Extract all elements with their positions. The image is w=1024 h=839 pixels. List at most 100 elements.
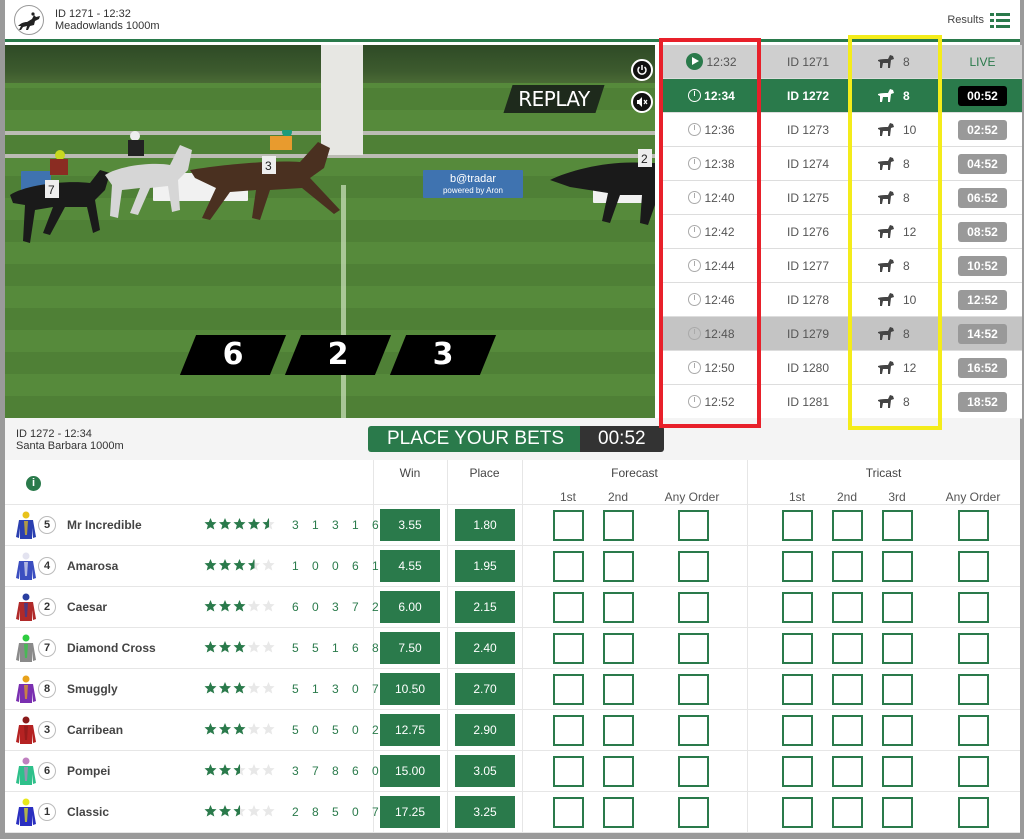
runner-row: 7 Diamond Cross 5 5 1 6 8 7.50 2.40 — [5, 628, 1020, 669]
jockey-silk-icon — [16, 675, 36, 703]
tricast-2nd-checkbox[interactable] — [832, 633, 863, 664]
forecast-2nd-checkbox[interactable] — [603, 674, 634, 705]
results-button[interactable]: Results — [947, 12, 1010, 28]
forecast-any-order-checkbox[interactable] — [678, 756, 709, 787]
info-icon[interactable]: i — [26, 476, 41, 491]
win-odds-button[interactable]: 15.00 — [380, 755, 440, 787]
forecast-any-order-checkbox[interactable] — [678, 592, 709, 623]
runner-number: 6 — [38, 762, 56, 780]
forecast-1st-checkbox[interactable] — [553, 797, 584, 828]
forecast-2nd-checkbox[interactable] — [603, 633, 634, 664]
win-odds-button[interactable]: 12.75 — [380, 714, 440, 746]
tricast-any-order-checkbox[interactable] — [958, 592, 989, 623]
race-schedule-row[interactable]: 12:40 ID 1275 8 06:52 — [660, 181, 1022, 215]
place-odds-button[interactable]: 2.15 — [455, 591, 515, 623]
mute-button[interactable] — [631, 91, 653, 113]
tricast-2nd-checkbox[interactable] — [832, 510, 863, 541]
place-odds-button[interactable]: 3.05 — [455, 755, 515, 787]
tricast-1st-checkbox[interactable] — [782, 715, 813, 746]
place-odds-button[interactable]: 1.95 — [455, 550, 515, 582]
tricast-3rd-checkbox[interactable] — [882, 551, 913, 582]
forecast-any-order-checkbox[interactable] — [678, 551, 709, 582]
win-odds-button[interactable]: 6.00 — [380, 591, 440, 623]
forecast-1st-checkbox[interactable] — [553, 551, 584, 582]
race-schedule-row[interactable]: 12:44 ID 1277 8 10:52 — [660, 249, 1022, 283]
race-schedule-row[interactable]: 12:42 ID 1276 12 08:52 — [660, 215, 1022, 249]
forecast-any-order-checkbox[interactable] — [678, 510, 709, 541]
race-schedule-row[interactable]: 12:38 ID 1274 8 04:52 — [660, 147, 1022, 181]
tricast-2nd-checkbox[interactable] — [832, 592, 863, 623]
race-schedule-row[interactable]: 12:32 ID 1271 8 LIVE — [660, 45, 1022, 79]
tricast-3rd-checkbox[interactable] — [882, 756, 913, 787]
win-odds-button[interactable]: 10.50 — [380, 673, 440, 705]
forecast-any-order-checkbox[interactable] — [678, 797, 709, 828]
forecast-2nd-checkbox[interactable] — [603, 510, 634, 541]
runner-count-cell: 8 — [853, 88, 943, 103]
tricast-3rd-checkbox[interactable] — [882, 797, 913, 828]
place-odds-button[interactable]: 2.90 — [455, 714, 515, 746]
forecast-2nd-checkbox[interactable] — [603, 797, 634, 828]
tricast-1st-checkbox[interactable] — [782, 592, 813, 623]
race-schedule-row[interactable]: 12:50 ID 1280 12 16:52 — [660, 351, 1022, 385]
win-odds-button[interactable]: 4.55 — [380, 550, 440, 582]
tricast-any-order-checkbox[interactable] — [958, 633, 989, 664]
tricast-any-order-checkbox[interactable] — [958, 551, 989, 582]
race-schedule-row[interactable]: 12:46 ID 1278 10 12:52 — [660, 283, 1022, 317]
runner-name: Caesar — [67, 600, 108, 614]
horse-2-image: 2 — [550, 149, 655, 225]
tricast-2nd-checkbox[interactable] — [832, 551, 863, 582]
tricast-3rd-checkbox[interactable] — [882, 674, 913, 705]
forecast-1st-checkbox[interactable] — [553, 715, 584, 746]
tricast-1st-checkbox[interactable] — [782, 674, 813, 705]
forecast-any-order-checkbox[interactable] — [678, 633, 709, 664]
clock-icon — [688, 225, 702, 238]
race-schedule-row[interactable]: 12:36 ID 1273 10 02:52 — [660, 113, 1022, 147]
race-schedule-row[interactable]: 12:48 ID 1279 8 14:52 — [660, 317, 1022, 351]
win-odds-button[interactable]: 7.50 — [380, 632, 440, 664]
race-schedule-row[interactable]: 12:52 ID 1281 8 18:52 — [660, 385, 1022, 419]
forecast-any-order-checkbox[interactable] — [678, 674, 709, 705]
race-id: ID 1281 — [786, 394, 830, 409]
place-odds-button[interactable]: 2.70 — [455, 673, 515, 705]
power-button[interactable] — [631, 59, 653, 81]
tricast-3rd-checkbox[interactable] — [882, 510, 913, 541]
forecast-2nd-checkbox[interactable] — [603, 551, 634, 582]
tricast-2nd-checkbox[interactable] — [832, 674, 863, 705]
forecast-2nd-checkbox[interactable] — [603, 715, 634, 746]
tricast-2nd-checkbox[interactable] — [832, 715, 863, 746]
win-odds-button[interactable]: 3.55 — [380, 509, 440, 541]
tricast-2nd-checkbox[interactable] — [832, 797, 863, 828]
forecast-1st-checkbox[interactable] — [553, 592, 584, 623]
race-schedule-row[interactable]: 12:34 ID 1272 8 00:52 — [660, 79, 1022, 113]
betting-header: ID 1272 - 12:34 Santa Barbara 1000m PLAC… — [5, 418, 1020, 460]
forecast-2nd-checkbox[interactable] — [603, 756, 634, 787]
tricast-3rd-checkbox[interactable] — [882, 715, 913, 746]
tricast-any-order-checkbox[interactable] — [958, 510, 989, 541]
tricast-3rd-checkbox[interactable] — [882, 633, 913, 664]
star-full-icon — [204, 641, 217, 653]
tricast-3rd-checkbox[interactable] — [882, 592, 913, 623]
forecast-1st-checkbox[interactable] — [553, 674, 584, 705]
tricast-1st-checkbox[interactable] — [782, 797, 813, 828]
place-odds-button[interactable]: 3.25 — [455, 796, 515, 828]
forecast-1st-checkbox[interactable] — [553, 510, 584, 541]
place-odds-button[interactable]: 2.40 — [455, 632, 515, 664]
place-odds-button[interactable]: 1.80 — [455, 509, 515, 541]
tricast-any-order-checkbox[interactable] — [958, 715, 989, 746]
tricast-1st-checkbox[interactable] — [782, 510, 813, 541]
tricast-1st-checkbox[interactable] — [782, 551, 813, 582]
forecast-1st-checkbox[interactable] — [553, 756, 584, 787]
forecast-1st-checkbox[interactable] — [553, 633, 584, 664]
win-odds-button[interactable]: 17.25 — [380, 796, 440, 828]
race-video-player[interactable]: b@tradar powered by Aron 7 3 2 REPLAY 6 … — [5, 45, 655, 418]
tricast-any-order-checkbox[interactable] — [958, 674, 989, 705]
forecast-any-order-checkbox[interactable] — [678, 715, 709, 746]
runner-count-cell: 12 — [853, 360, 943, 375]
horse-icon — [878, 293, 894, 306]
tricast-1st-checkbox[interactable] — [782, 756, 813, 787]
tricast-2nd-checkbox[interactable] — [832, 756, 863, 787]
forecast-2nd-checkbox[interactable] — [603, 592, 634, 623]
tricast-any-order-checkbox[interactable] — [958, 797, 989, 828]
tricast-1st-checkbox[interactable] — [782, 633, 813, 664]
tricast-any-order-checkbox[interactable] — [958, 756, 989, 787]
